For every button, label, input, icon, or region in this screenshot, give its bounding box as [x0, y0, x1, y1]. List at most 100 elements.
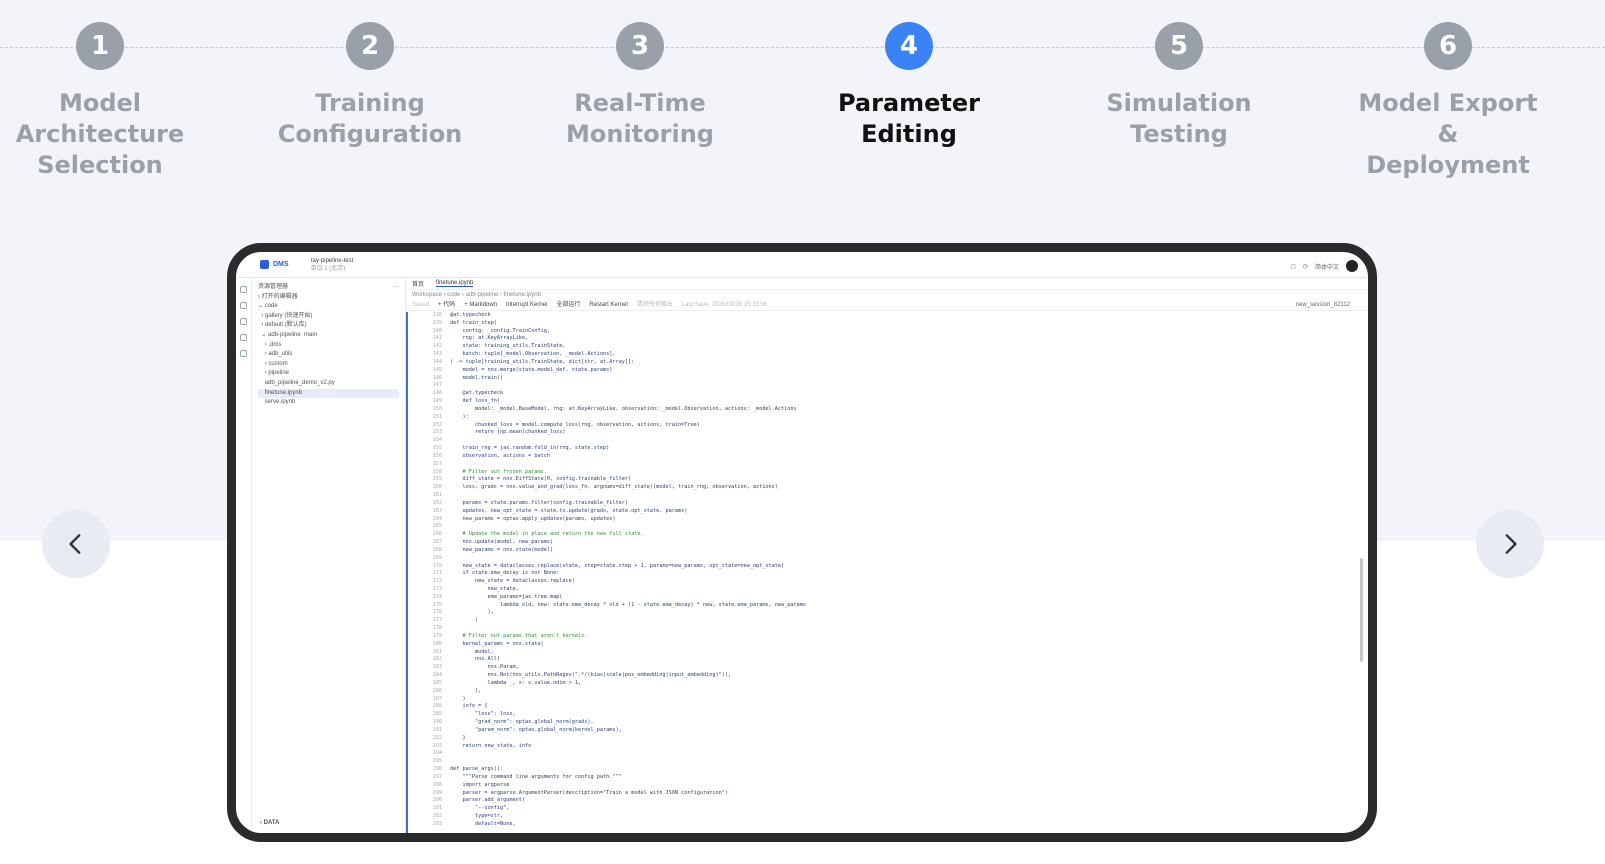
code-text: model, [450, 648, 494, 655]
code-text: "param_norm": optax.global_norm(kernel_p… [450, 726, 622, 733]
step-number: 6 [1424, 22, 1472, 70]
code-text: diff_state = nnx.DiffState(0, config.tra… [450, 476, 632, 483]
step-3[interactable]: 3 Real-Time Monitoring [502, 22, 778, 150]
chevron-right-icon [1505, 534, 1517, 554]
toolbar-item[interactable]: 清除所有输出 [637, 300, 673, 310]
toolbar-item[interactable]: Interrupt Kernel [506, 300, 547, 310]
code-line: 194 [412, 750, 1354, 758]
code-text: model: _model.BaseModel, rng: at.KeyArra… [450, 405, 797, 412]
code-text: nnx.All( [450, 656, 500, 663]
tree-item[interactable]: › custom [258, 360, 399, 370]
tree-item[interactable]: ⌄ code [258, 302, 399, 312]
code-text: @at.typecheck [450, 312, 491, 318]
help-icon[interactable]: ◷ [1303, 263, 1308, 270]
tree-item[interactable]: › pipeline [258, 369, 399, 379]
code-cell[interactable]: 138 @at.typecheck 139 def train_step(140 co… [406, 312, 1354, 833]
tablet-frame: DMS ray-pipeline-test 单日 1 (北京) ◻ ◷ 简体中文… [227, 243, 1377, 842]
step-label: Model Export & Deployment [1358, 89, 1538, 179]
prev-button[interactable] [42, 510, 110, 578]
project-selector[interactable]: ray-pipeline-test 单日 1 (北京) [311, 257, 354, 273]
step-number: 1 [76, 22, 124, 70]
activity-bar [236, 278, 252, 833]
code-text: info = { [450, 703, 488, 710]
code-text: new_params = optax.apply_updates(params,… [450, 515, 616, 522]
more-icon[interactable]: ··· [393, 283, 399, 293]
line-number: 154 [432, 437, 442, 444]
scrollbar[interactable] [1360, 558, 1363, 662]
next-button[interactable] [1476, 510, 1544, 578]
code-line: 169 [412, 555, 1354, 563]
step-4[interactable]: 4 Parameter Editing [771, 22, 1047, 150]
step-5[interactable]: 5 Simulation Testing [1041, 22, 1317, 150]
toolbar-item[interactable]: 全部运行 [556, 300, 580, 310]
tree-item[interactable]: › adb_utils [258, 350, 399, 360]
code-text: } [450, 734, 466, 741]
code-text: lambda old, new: state.ema_decay * old +… [450, 601, 807, 608]
step-number: 4 [885, 22, 933, 70]
step-number: 3 [616, 22, 664, 70]
line-number: 163 [432, 507, 442, 514]
code-line: 158 # Filter out frozen params. [412, 469, 1354, 477]
line-number: 185 [432, 679, 442, 686]
line-number: 152 [432, 421, 442, 428]
code-line: 168 new_params = nnx.state(model) [412, 547, 1354, 555]
tree-item[interactable]: › gallery (快速开始) [258, 312, 399, 322]
toolbar-item[interactable]: Saved [412, 300, 429, 310]
code-text: new_state = dataclasses.replace(state, s… [450, 562, 785, 569]
data-section[interactable]: › DATA [260, 819, 279, 829]
kernel-session[interactable]: new_session_82112 [1296, 300, 1350, 311]
app-logo[interactable]: DMS [260, 260, 289, 269]
toolbar-item[interactable]: + Markdown [464, 300, 497, 310]
editor-tabs: 首页 finetune.ipynb [406, 278, 1368, 290]
step-6[interactable]: 6 Model Export & Deployment [1310, 22, 1586, 181]
line-number: 193 [432, 742, 442, 749]
tree-item[interactable]: › default (默认库) [258, 321, 399, 331]
database-icon[interactable] [240, 318, 247, 325]
language-switch[interactable]: 简体中文 [1315, 262, 1339, 271]
tree-item[interactable]: serve.ipynb [258, 398, 399, 408]
line-number: 157 [432, 460, 442, 467]
code-text: model = nnx.merge(state.model_def, state… [450, 366, 613, 373]
tree-item[interactable]: › 打开的编辑器 [258, 293, 399, 303]
line-number: 191 [432, 726, 442, 733]
code-line: 198 import argparse [412, 782, 1354, 790]
line-number: 200 [432, 797, 442, 804]
code-text: "loss": loss, [450, 711, 516, 718]
tree-item[interactable]: ⌄ adb-pipeline main [258, 331, 399, 341]
line-number: 141 [432, 335, 442, 342]
line-number: 166 [432, 531, 442, 538]
avatar[interactable] [1346, 260, 1358, 272]
bell-icon[interactable]: ◻ [1291, 263, 1296, 270]
code-line: 178 [412, 625, 1354, 633]
code-text: batch: tuple[_model.Observation, _model.… [450, 351, 616, 358]
line-number: 192 [432, 734, 442, 741]
line-number: 145 [432, 366, 442, 373]
step-1[interactable]: 1 Model Architecture Selection [0, 22, 238, 181]
code-text: updates, new_opt_state = state.tx.update… [450, 507, 688, 514]
code-text: # Update the model in place and return t… [450, 531, 644, 538]
code-text: return jnp.mean(chunked_loss) [450, 429, 566, 436]
code-text: nnx.Not(nnx_utils.PathRegex(".*/(bias|sc… [450, 672, 732, 679]
step-number: 5 [1155, 22, 1203, 70]
code-text: config: _config.TrainConfig, [450, 327, 550, 334]
step-2[interactable]: 2 Training Configuration [232, 22, 508, 150]
code-text: return new_state, info [450, 742, 532, 749]
line-number: 140 [432, 327, 442, 334]
tab-0[interactable]: 首页 [412, 279, 424, 288]
tree-item[interactable]: finetune.ipynb [258, 388, 399, 399]
line-number: 183 [432, 664, 442, 671]
tab-1[interactable]: finetune.ipynb [436, 280, 474, 287]
code-line: 164 new_params = optax.apply_updates(par… [412, 516, 1354, 524]
tree-item[interactable]: › .dms [258, 341, 399, 351]
line-number: 155 [432, 445, 442, 452]
search-icon[interactable] [240, 302, 247, 309]
extensions-icon[interactable] [240, 334, 247, 341]
toolbar-item[interactable]: + 代码 [438, 300, 455, 310]
line-number: 187 [432, 695, 442, 702]
line-number: 138 [432, 312, 442, 318]
tree-item[interactable]: adb_pipeline_demo_v2.py [258, 379, 399, 389]
settings-icon[interactable] [240, 350, 247, 357]
code-line: 184 nnx.Not(nnx_utils.PathRegex(".*/(bia… [412, 672, 1354, 680]
toolbar-item[interactable]: Restart Kernel [589, 300, 627, 310]
explorer-icon[interactable] [240, 286, 247, 293]
